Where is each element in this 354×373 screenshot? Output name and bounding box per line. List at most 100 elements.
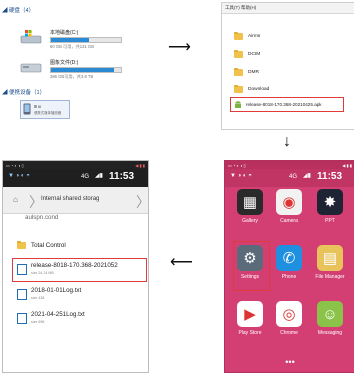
phone-app-bar: ▼ ◑ ◐ ◓ 4G ◢▮ 11:53 bbox=[225, 169, 354, 187]
phone-icon: ✆ bbox=[276, 245, 302, 271]
app-label: Gallery bbox=[242, 218, 258, 224]
list-item-size: size 698 bbox=[31, 320, 45, 324]
folder-row[interactable]: DMR bbox=[234, 67, 259, 76]
portable-device-tile[interactable]: Ⅲ III 便携式媒体播放器 bbox=[20, 100, 70, 119]
signal-battery-icon: ◢▮ bbox=[95, 173, 103, 179]
list-item-title: 2018-01-01Log.txt bbox=[31, 287, 82, 294]
drive-c-usage-bar bbox=[50, 37, 122, 43]
app-ppt[interactable]: ✸ PPT bbox=[310, 189, 350, 224]
phone-device-icon bbox=[23, 103, 31, 115]
section-portable-header[interactable]: ◢ 便携设备（1） bbox=[2, 88, 45, 96]
drive-d-icon bbox=[20, 60, 42, 79]
chrome-icon: ◎ bbox=[276, 301, 302, 327]
app-label: File Manager bbox=[315, 274, 345, 280]
status-icons-right: ◀ ▮ ▮ bbox=[342, 162, 352, 168]
folder-icon bbox=[234, 84, 243, 93]
folder-row[interactable]: Airms bbox=[234, 31, 261, 40]
menubar-text[interactable]: 工具(T) 帮助(H) bbox=[225, 5, 256, 11]
gallery-icon: ▦ bbox=[237, 189, 263, 215]
arrow-left-icon: ⟵ bbox=[170, 254, 193, 271]
play-store-icon: ▶ bbox=[237, 301, 263, 327]
file-icon bbox=[17, 289, 27, 300]
list-item-apk[interactable]: release-8018-170.368-2021052 size 24.14 … bbox=[12, 258, 147, 282]
folder-view-panel: 工具(T) 帮助(H) Airms DCIM DMR Download rele… bbox=[221, 2, 354, 130]
folder-label: Download bbox=[248, 87, 270, 92]
drive-c-free-text: 60 GB 可用，共131 GB bbox=[50, 44, 94, 49]
camera-icon: ◉ bbox=[276, 189, 302, 215]
messaging-icon: ☺ bbox=[317, 301, 343, 327]
phone-status-bar: ▭ ◔ ◐ ◑ ▯ ◀ ▮ ▮ bbox=[225, 161, 354, 169]
app-file-manager[interactable]: ▤ File Manager bbox=[310, 245, 350, 280]
folder-row[interactable]: DCIM bbox=[234, 49, 261, 58]
app-play-store[interactable]: ▶ Play Store bbox=[230, 301, 270, 336]
phone-home-panel: ▭ ◔ ◐ ◑ ▯ ◀ ▮ ▮ ▼ ◑ ◐ ◓ 4G ◢▮ 11:53 ▦ Gal… bbox=[224, 160, 354, 373]
drive-d-usage-bar bbox=[50, 67, 122, 73]
page-indicator[interactable]: ••• bbox=[225, 357, 354, 367]
list-item-file[interactable]: 2021-04-251Log.txt size 698 bbox=[3, 309, 148, 331]
apk-file-name: release-8018-170.368-20210425.apk bbox=[246, 102, 322, 107]
explorer-panel: ◢ 硬盘（4） 本地磁盘(C:) 60 GB 可用，共131 GB 图象文件(D… bbox=[2, 2, 154, 130]
app-gallery[interactable]: ▦ Gallery bbox=[230, 189, 270, 224]
app-label: Messaging bbox=[317, 330, 343, 336]
list-item-title: Total Control bbox=[31, 242, 66, 249]
partial-list-item[interactable]: aulspn.cond bbox=[25, 214, 58, 221]
folder-icon bbox=[17, 240, 26, 249]
folder-icon bbox=[234, 49, 243, 58]
drive-d-usage-fill bbox=[51, 68, 114, 72]
file-icon bbox=[17, 313, 27, 324]
network-type: 4G bbox=[81, 174, 90, 180]
folder-label: Airms bbox=[248, 34, 261, 39]
section-drives-header[interactable]: ◢ 硬盘（4） bbox=[2, 6, 34, 14]
ppt-icon: ✸ bbox=[317, 189, 343, 215]
app-camera[interactable]: ◉ Camera bbox=[269, 189, 309, 224]
picker-app-bar: ▼ ◑ ◐ ◓ 4G ◢▮ 11:53 bbox=[3, 169, 148, 187]
breadcrumb-current[interactable]: Internal shared storag bbox=[41, 196, 99, 202]
drive-d-free-text: 386 GB可用，共3.8 TB bbox=[50, 74, 94, 79]
picker-status-bar: ▭ ◔ ◐ ◑ ▯ ◀ ▮ ▮ bbox=[3, 161, 148, 169]
file-picker-panel: ▭ ◔ ◐ ◑ ▯ ◀ ▮ ▮ ▼ ◑ ◐ ◓ 4G ◢▮ 11:53 ⌂ 〉 … bbox=[2, 160, 149, 373]
apk-file-row[interactable]: release-8018-170.368-20210425.apk bbox=[230, 97, 344, 112]
app-label: Camera bbox=[280, 218, 298, 224]
drive-d-name[interactable]: 图象文件(D:) bbox=[50, 59, 78, 66]
folder-icon bbox=[234, 31, 243, 40]
status-icons-left: ▭ ◔ ◐ ◑ ▯ bbox=[228, 162, 246, 168]
breadcrumb: ⌂ 〉 Internal shared storag 〉 bbox=[3, 187, 148, 214]
app-label: Play Store bbox=[238, 330, 262, 336]
list-item-title: 2021-04-251Log.txt bbox=[31, 311, 85, 318]
drive-c-name[interactable]: 本地磁盘(C:) bbox=[50, 29, 78, 36]
notification-icons: ▼ ◑ ◐ ◓ bbox=[8, 173, 30, 179]
app-label: Phone bbox=[281, 274, 297, 280]
signal-battery-icon: ◢▮ bbox=[303, 173, 311, 179]
app-chrome[interactable]: ◎ Chrome bbox=[269, 301, 309, 336]
list-item-size: size 24.14 MB bbox=[31, 271, 54, 275]
home-icon[interactable]: ⌂ bbox=[13, 195, 18, 204]
arrow-right-icon: ⟶ bbox=[168, 39, 191, 56]
device-name: Ⅲ III bbox=[34, 104, 42, 109]
clock-time: 11:53 bbox=[317, 171, 343, 182]
folder-label: DCIM bbox=[248, 52, 261, 57]
clock-time: 11:53 bbox=[109, 171, 135, 182]
app-phone[interactable]: ✆ Phone bbox=[269, 245, 309, 280]
folder-row[interactable]: Download bbox=[234, 84, 270, 93]
list-item-folder[interactable]: Total Control bbox=[3, 237, 148, 255]
folder-icon bbox=[234, 67, 243, 76]
list-item-file[interactable]: 2018-01-01Log.txt size 438 bbox=[3, 285, 148, 307]
hard-drive-icon bbox=[20, 63, 42, 73]
status-icons-right: ◀ ▮ ▮ bbox=[135, 162, 145, 168]
drive-c-icon bbox=[20, 30, 42, 49]
list-item-size: size 438 bbox=[31, 296, 45, 300]
device-sub: 便携式媒体播放器 bbox=[34, 111, 62, 115]
app-messaging[interactable]: ☺ Messaging bbox=[310, 301, 350, 336]
status-icons-left: ▭ ◔ ◐ ◑ ▯ bbox=[6, 162, 24, 168]
folder-label: DMR bbox=[248, 70, 259, 75]
folder-menubar: 工具(T) 帮助(H) bbox=[222, 3, 354, 14]
chevron-right-icon: 〉 bbox=[29, 194, 43, 210]
windows-drive-icon bbox=[20, 30, 42, 44]
notification-icons: ▼ ◑ ◐ ◓ bbox=[230, 173, 252, 179]
android-apk-icon bbox=[235, 101, 241, 108]
app-label: Chrome bbox=[280, 330, 298, 336]
chevron-right-icon: 〉 bbox=[136, 194, 149, 210]
list-item-title: release-8018-170.368-2021052 bbox=[31, 262, 118, 269]
drive-c-usage-fill bbox=[51, 38, 89, 42]
settings-highlight-box bbox=[233, 241, 270, 291]
